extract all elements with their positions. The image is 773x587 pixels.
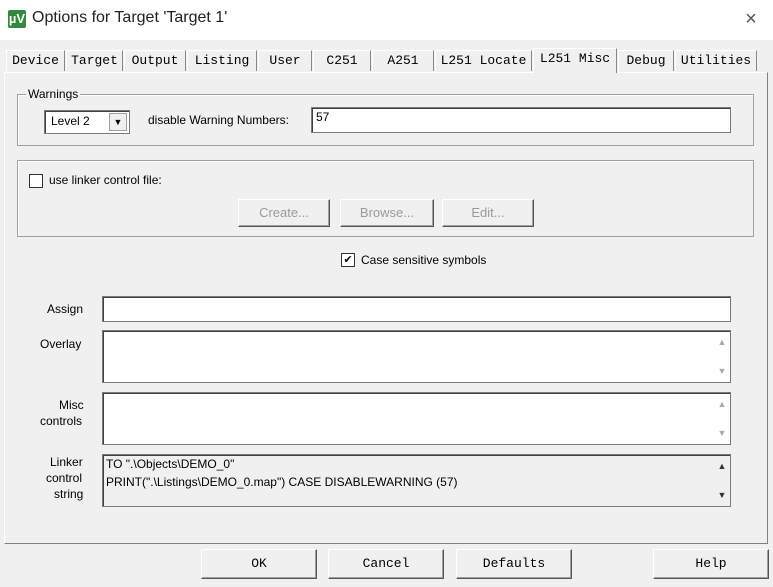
overlay-label: Overlay bbox=[40, 337, 82, 351]
assign-label: Assign bbox=[47, 302, 84, 316]
misc-controls-label-1: Misc bbox=[59, 398, 84, 412]
linker-string-label-2: control bbox=[46, 471, 83, 485]
scroll-up-icon[interactable]: ▲ bbox=[714, 334, 730, 350]
close-icon[interactable]: × bbox=[739, 7, 763, 31]
tab-debug[interactable]: Debug bbox=[618, 50, 674, 71]
linker-string-line-1: TO ".\Objects\DEMO_0" bbox=[106, 457, 235, 471]
disable-warning-input[interactable]: 57 bbox=[311, 107, 731, 133]
defaults-button[interactable]: Defaults bbox=[456, 549, 572, 579]
case-sensitive-label: Case sensitive symbols bbox=[361, 253, 487, 267]
tab-c251[interactable]: C251 bbox=[313, 50, 371, 71]
warning-level-value: Level 2 bbox=[51, 114, 90, 128]
tab-l251-locate[interactable]: L251 Locate bbox=[435, 50, 532, 71]
tab-target[interactable]: Target bbox=[66, 50, 123, 71]
linker-string-label-3: string bbox=[54, 487, 84, 501]
tab-output[interactable]: Output bbox=[124, 50, 186, 71]
tab-a251[interactable]: A251 bbox=[372, 50, 434, 71]
warning-level-select[interactable]: Level 2 ▼ bbox=[44, 110, 130, 134]
tab-listing[interactable]: Listing bbox=[187, 50, 257, 71]
disable-warning-label: disable Warning Numbers: bbox=[148, 113, 289, 127]
misc-scrollbar[interactable]: ▲ ▼ bbox=[714, 393, 730, 444]
scroll-down-icon[interactable]: ▼ bbox=[714, 487, 730, 503]
scroll-up-icon[interactable]: ▲ bbox=[714, 396, 730, 412]
tab-strip: Device Target Output Listing User C251 A… bbox=[6, 48, 766, 73]
tab-device[interactable]: Device bbox=[6, 50, 65, 71]
scroll-down-icon[interactable]: ▼ bbox=[714, 363, 730, 379]
create-button[interactable]: Create... bbox=[238, 199, 330, 227]
misc-controls-label-2: controls bbox=[40, 414, 83, 428]
chevron-down-icon[interactable]: ▼ bbox=[109, 113, 127, 131]
window-title: Options for Target 'Target 1' bbox=[32, 9, 228, 26]
cancel-button[interactable]: Cancel bbox=[328, 549, 444, 579]
tab-utilities[interactable]: Utilities bbox=[675, 50, 757, 71]
browse-button[interactable]: Browse... bbox=[340, 199, 434, 227]
linker-string-line-2: PRINT(".\Listings\DEMO_0.map") CASE DISA… bbox=[106, 475, 458, 489]
ok-button[interactable]: OK bbox=[201, 549, 317, 579]
tab-l251-misc[interactable]: L251 Misc bbox=[533, 48, 617, 73]
linker-file-checkbox[interactable] bbox=[29, 174, 43, 188]
overlay-scrollbar[interactable]: ▲ ▼ bbox=[714, 331, 730, 382]
linker-string-label-1: Linker bbox=[50, 455, 83, 469]
app-icon: µV bbox=[8, 10, 26, 28]
scroll-up-icon[interactable]: ▲ bbox=[714, 458, 730, 474]
assign-input[interactable] bbox=[102, 296, 731, 322]
edit-button[interactable]: Edit... bbox=[442, 199, 534, 227]
tab-user[interactable]: User bbox=[258, 50, 312, 71]
scroll-down-icon[interactable]: ▼ bbox=[714, 425, 730, 441]
linker-file-label: use linker control file: bbox=[49, 173, 162, 187]
case-sensitive-checkbox[interactable]: ✔ bbox=[341, 253, 355, 267]
linker-string-textarea[interactable]: TO ".\Objects\DEMO_0" PRINT(".\Listings\… bbox=[102, 454, 731, 507]
linker-string-scrollbar[interactable]: ▲ ▼ bbox=[714, 455, 730, 506]
overlay-textarea[interactable]: ▲ ▼ bbox=[102, 330, 731, 383]
misc-controls-textarea[interactable]: ▲ ▼ bbox=[102, 392, 731, 445]
disable-warning-value: 57 bbox=[316, 110, 330, 124]
warnings-legend: Warnings bbox=[26, 87, 81, 101]
title-bar: µV Options for Target 'Target 1' × bbox=[0, 0, 773, 40]
help-button[interactable]: Help bbox=[653, 549, 769, 579]
